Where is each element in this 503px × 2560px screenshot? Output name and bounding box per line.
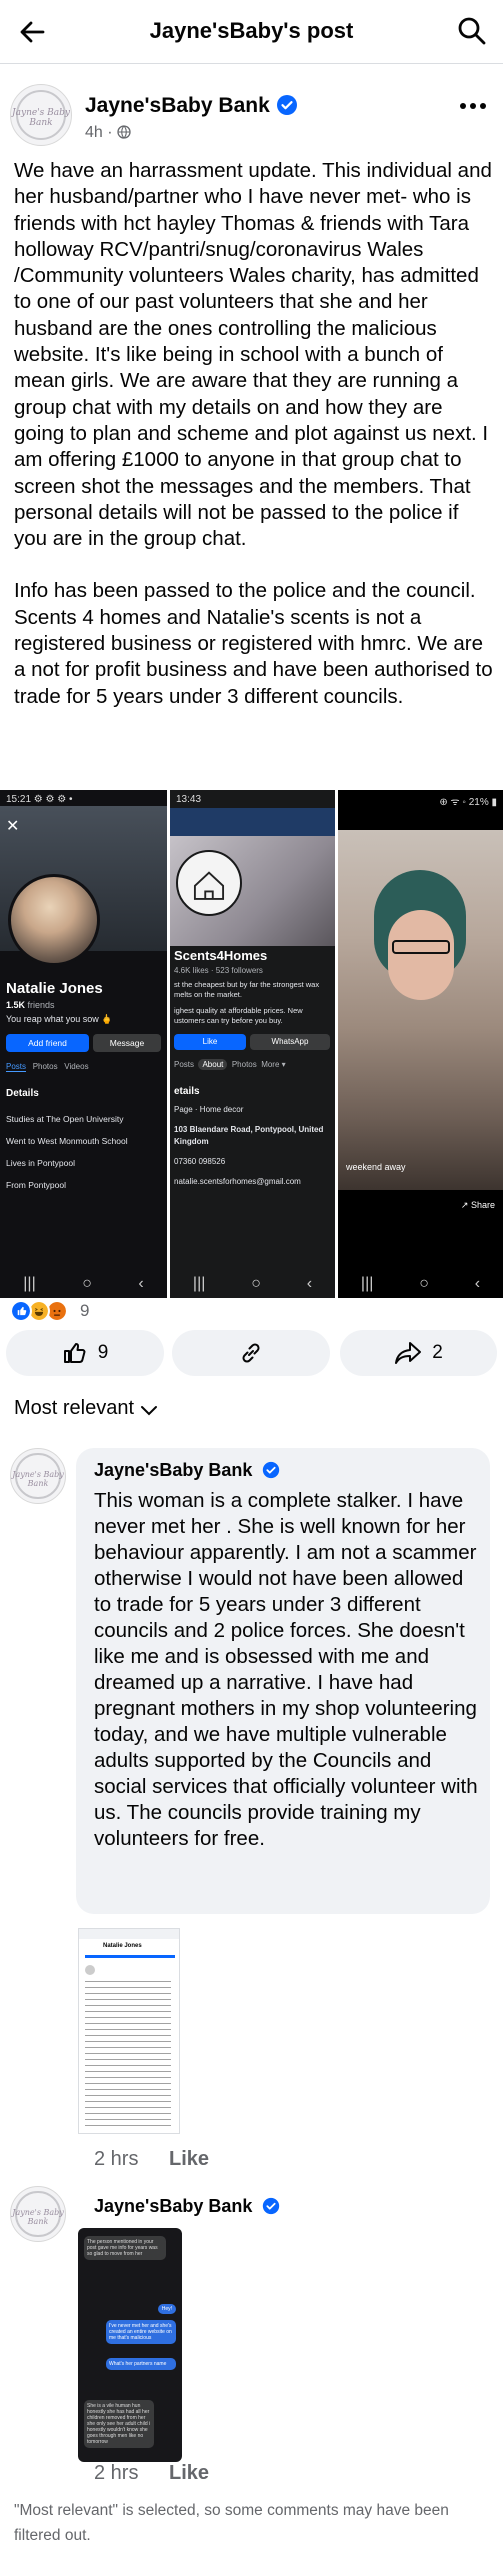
chevron-down-icon	[141, 1406, 158, 1416]
like-icon	[63, 1343, 86, 1363]
screenshot-business-page[interactable]: 13:43 Scents4Homes 4.6K likes · 523 foll…	[170, 790, 335, 1298]
screenshot-photo[interactable]: ⊕ ᯤ ◦ 21% ▮ weekend away ↗ Share ||| ○ ‹	[338, 790, 503, 1298]
post-images[interactable]: 15:21 ⚙ ⚙ ⚙ • ✕ Natalie Jones 1.5K frien…	[0, 790, 503, 1298]
screenshot-profile[interactable]: 15:21 ⚙ ⚙ ⚙ • ✕ Natalie Jones 1.5K frien…	[0, 790, 167, 1298]
verified-badge-icon	[263, 1461, 280, 1479]
post-meta: 4h ·	[85, 124, 131, 142]
comment-time: 2 hrs	[94, 2148, 139, 2170]
comment-attachment-image[interactable]: Natalie Jones	[78, 1928, 180, 2134]
comment-author[interactable]: Jayne'sBaby Bank	[94, 1460, 280, 1481]
share-icon	[395, 1342, 422, 1364]
comment-author[interactable]: Jayne'sBaby Bank	[94, 2196, 280, 2217]
like-reaction-icon	[10, 1300, 32, 1322]
share-button[interactable]: 2	[340, 1330, 497, 1376]
post-header: Jayne's Baby Bank Jayne'sBaby Bank 4h ·	[0, 74, 503, 154]
like-button[interactable]: 9	[6, 1330, 164, 1376]
comment-sort-dropdown[interactable]: Most relevant	[14, 1397, 158, 1420]
search-icon[interactable]	[455, 14, 489, 48]
comment-time: 2 hrs	[94, 2462, 139, 2484]
author-avatar[interactable]: Jayne's Baby Bank	[10, 84, 72, 146]
post-paragraph: We have an harrassment update. This indi…	[14, 159, 492, 551]
commenter-avatar[interactable]: Jayne's Baby Bank	[10, 1448, 66, 1504]
comment-like-button[interactable]: Like	[169, 2462, 209, 2485]
verified-badge-icon	[263, 2197, 280, 2215]
reaction-count: 9	[80, 1301, 90, 1320]
post-author[interactable]: Jayne'sBaby Bank	[85, 94, 298, 118]
post-paragraph: Info has been passed to the police and t…	[14, 579, 493, 708]
top-bar: Jayne'sBaby's post	[0, 0, 503, 64]
copy-link-button[interactable]	[172, 1330, 330, 1376]
comment-text: This woman is a complete stalker. I have…	[94, 1489, 478, 1850]
share-link[interactable]: ↗ Share	[461, 1200, 495, 1211]
filter-notice: "Most relevant" is selected, so some com…	[14, 2502, 449, 2544]
more-options-icon[interactable]	[457, 96, 489, 116]
message-button[interactable]: Message	[93, 1034, 161, 1052]
post-time[interactable]: 4h	[85, 124, 103, 141]
close-icon[interactable]: ✕	[6, 816, 19, 836]
page-logo[interactable]	[176, 850, 242, 916]
verified-badge-icon	[276, 95, 297, 115]
comment-like-button[interactable]: Like	[169, 2148, 209, 2171]
page-title: Jayne'sBaby's post	[149, 18, 354, 43]
add-friend-button[interactable]: Add friend	[6, 1034, 89, 1052]
link-icon	[242, 1343, 260, 1363]
commenter-avatar[interactable]: Jayne's Baby Bank	[10, 2186, 66, 2242]
globe-icon	[117, 125, 131, 139]
whatsapp-button[interactable]: WhatsApp	[250, 1034, 330, 1050]
post-body: We have an harrassment update. This indi…	[14, 158, 494, 736]
profile-photo[interactable]	[8, 874, 100, 966]
comment-attachment-chat-screenshot[interactable]: The person mentioned in your post gave m…	[78, 2228, 182, 2462]
like-page-button[interactable]: Like	[174, 1034, 246, 1050]
